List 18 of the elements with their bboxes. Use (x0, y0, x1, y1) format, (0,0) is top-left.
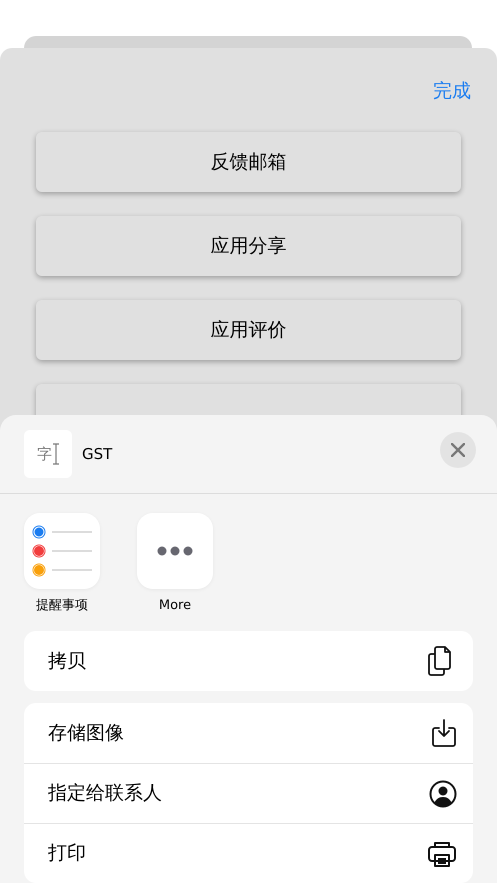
close-icon (451, 443, 465, 457)
menu-button[interactable]: 反馈邮箱 (36, 132, 461, 192)
action-row[interactable]: 拷贝 (24, 631, 473, 691)
action-row[interactable]: 指定给联系人 (24, 763, 473, 823)
preview-title: GST (82, 444, 112, 465)
person-circle-icon (429, 780, 457, 808)
action-row[interactable]: 存储图像 (24, 703, 473, 763)
more-icon[interactable] (137, 513, 213, 590)
download-icon (431, 719, 457, 747)
app-label: 提醒事项 (36, 597, 88, 616)
action-row[interactable]: 打印 (24, 823, 473, 883)
text-document-icon: 字 (24, 430, 72, 478)
menu-button[interactable]: 应用评价 (36, 300, 461, 360)
app-label: More (158, 597, 192, 616)
printer-icon (427, 840, 457, 866)
close-button[interactable] (440, 432, 476, 468)
reminders-app-icon[interactable] (24, 513, 100, 590)
menu-button[interactable]: 应用分享 (36, 216, 461, 276)
